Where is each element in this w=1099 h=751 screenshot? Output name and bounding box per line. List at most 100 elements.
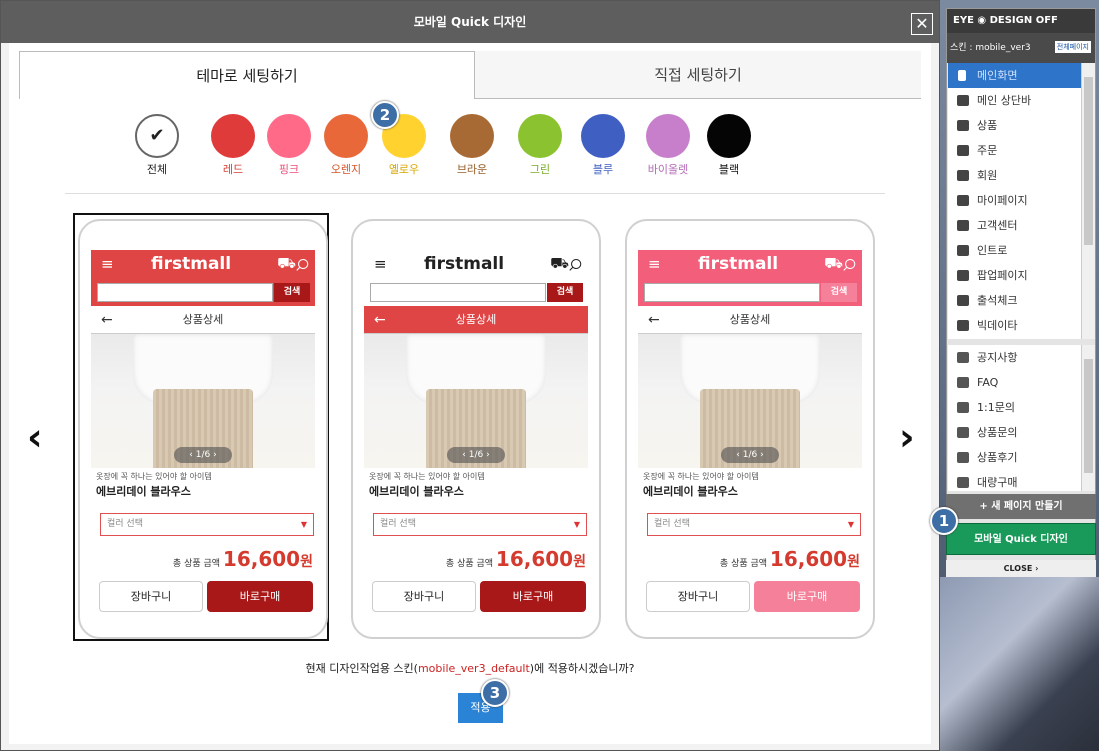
menu-icon: ≡ [374,255,387,273]
theme-preview-card[interactable]: ≡ firstmall ⛟⌕ 검색 ← 상품상세 ‹ 1/6 › 옷장에 꼭 하… [351,219,601,639]
panel-close-button[interactable]: CLOSE › [946,560,1096,577]
page-icon [957,195,969,206]
page-list-item[interactable]: 고객센터 [948,213,1094,238]
page-icon [957,270,969,281]
page-list-item[interactable]: 메인화면 [948,63,1094,88]
preview-logo: firstmall [698,254,779,274]
swatch-2[interactable] [211,114,255,158]
tab-theme-setting[interactable]: 테마로 세팅하기 [19,51,475,99]
new-page-button[interactable]: + 새 페이지 만들기 [946,494,1096,519]
theme-preview-card[interactable]: ≡ firstmall ⛟⌕ 검색 ← 상품상세 ‹ 1/6 › 옷장에 꼭 하… [625,219,875,639]
page-list-item[interactable]: 마이페이지 [948,188,1094,213]
preview-cart-button: 장바구니 [372,581,476,612]
preview-product-image: ‹ 1/6 › [638,334,862,468]
preview-total: 총 상품 금액 16,600원 [364,547,586,571]
swatch-label: 옐로우 [388,163,420,176]
next-arrow-button[interactable]: › [899,415,915,459]
preview-search-bar: 검색 [638,279,862,306]
swatch-7[interactable] [518,114,562,158]
board-list-item[interactable]: 상품문의 [948,420,1094,445]
theme-preview-card[interactable]: ≡ firstmall ⛟⌕ 검색 ← 상품상세 ‹ 1/6 › 옷장에 꼭 하… [78,219,328,639]
back-arrow-icon: ← [374,312,386,328]
preview-currency: 원 [847,554,860,570]
preview-product-name: 에브리데이 블라우스 [96,485,191,498]
swatch-label: 그린 [529,163,551,176]
board-list-label: 공지사항 [977,351,1018,364]
mobile-quick-design-button[interactable]: 모바일 Quick 디자인 [946,523,1096,555]
preview-header: ≡ firstmall ⛟⌕ [364,250,588,279]
preview-page-title: 상품상세 [182,313,224,326]
preview-product-image: ‹ 1/6 › [91,334,315,468]
page-list-scrollbar[interactable] [1081,63,1095,339]
board-list-item[interactable]: 대량구매 [948,470,1094,491]
board-list-item[interactable]: 상품후기 [948,445,1094,470]
swatch-9[interactable] [646,114,690,158]
board-list-item[interactable]: 1:1문의 [948,395,1094,420]
preview-option-label: 컬러 선택 [654,519,690,529]
preview-buy-button: 바로구매 [754,581,860,612]
page-list-item[interactable]: 상품 [948,113,1094,138]
page-list-label: 빅데이타 [977,319,1018,332]
page-list-item[interactable]: 인트로 [948,238,1094,263]
preview-page-title: 상품상세 [729,313,771,326]
confirm-text-before: 현재 디자인작업용 스킨( [305,662,418,675]
step-badge-1: 1 [930,507,958,535]
preview-page-title: 상품상세 [455,313,497,326]
swatch-label: 블랙 [718,163,740,176]
page-icon [957,245,969,256]
board-list-label: FAQ [977,376,999,389]
modal-title: 모바일 Quick 디자인 [1,1,939,43]
back-arrow-icon: ← [101,312,113,328]
page-icon [957,220,969,231]
all-pages-button[interactable]: 전체페이지 [1054,41,1091,53]
page-list-label: 메인 상단바 [977,94,1032,107]
swatch-10[interactable] [707,114,751,158]
preview-search-input [644,283,820,302]
caret-down-icon: ▼ [573,520,580,529]
menu-icon: ≡ [648,255,661,273]
board-icon [957,352,969,363]
swatch-label: 전체 [146,163,168,176]
page-list-label: 팝업페이지 [977,269,1028,282]
modal-body: 테마로 세팅하기 직접 세팅하기 ✔ 전체 레드 핑크 오렌지 옐로우 브라운 그린 블루 바이올… [9,43,931,744]
board-list-scrollbar[interactable] [1081,345,1095,491]
prev-arrow-button[interactable]: ‹ [27,415,43,459]
page-icon [957,145,969,156]
page-list-item[interactable]: 메인 상단바 [948,88,1094,113]
preview-product-image: ‹ 1/6 › [364,334,588,468]
board-icon [957,452,969,463]
page-list-item[interactable]: 주문 [948,138,1094,163]
preview-total: 총 상품 금액 16,600원 [638,547,860,571]
swatch-3[interactable] [267,114,311,158]
swatch-6[interactable] [450,114,494,158]
preview-buy-button: 바로구매 [207,581,313,612]
page-list-item[interactable]: 출석체크 [948,288,1094,313]
confirm-skin-name: mobile_ver3_default [417,662,530,675]
preview-page-bar: ← 상품상세 [364,306,588,334]
swatch-4[interactable] [324,114,368,158]
page-list-item[interactable]: 회원 [948,163,1094,188]
modal-close-button[interactable]: ✕ [911,13,933,35]
cart-search-icon: ⛟⌕ [550,254,582,272]
swatch-1[interactable]: ✔ [135,114,179,158]
eye-design-toggle[interactable]: EYE ◉ DESIGN OFF [947,9,1095,33]
page-list-label: 회원 [977,169,998,182]
board-list-item[interactable]: FAQ [948,370,1094,395]
caret-down-icon: ▼ [300,520,307,529]
page-list-item[interactable]: 팝업페이지 [948,263,1094,288]
preview-search-input [97,283,273,302]
tab-manual-setting[interactable]: 직접 세팅하기 [475,51,921,99]
preview-product-subtitle: 옷장에 꼭 하나는 있어야 할 아이템 [369,472,485,481]
skin-selector[interactable]: 스킨 : mobile_ver3 전체페이지 [947,33,1095,63]
board-icon [957,377,969,388]
step-badge-2: 2 [371,101,399,129]
swatch-8[interactable] [581,114,625,158]
swatch-label: 바이올렛 [647,163,689,176]
confirm-text-after: )에 적용하시겠습니까? [529,662,635,675]
page-list-label: 출석체크 [977,294,1018,307]
board-list-item[interactable]: 공지사항 [948,345,1094,370]
page-list-item[interactable]: 빅데이타 [948,313,1094,338]
preview-header: ≡ firstmall ⛟⌕ [91,250,315,279]
preview-price: 16,600 [495,547,574,571]
preview-option-select: 컬러 선택 ▼ [373,513,587,536]
